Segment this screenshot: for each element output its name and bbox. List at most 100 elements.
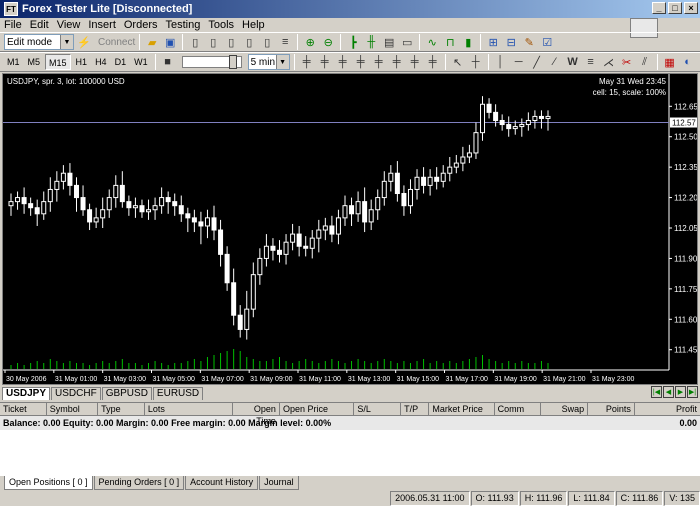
candle-body (224, 253, 230, 284)
elliott-wave-icon[interactable]: W (565, 54, 581, 70)
col-ticket[interactable]: Ticket (0, 403, 47, 415)
first-icon[interactable]: |◀ (651, 386, 662, 398)
fan-icon[interactable]: ⋌ (601, 54, 617, 70)
close-button[interactable]: × (684, 2, 698, 14)
new-chart-icon[interactable]: ▯ (187, 34, 203, 50)
candle-body (381, 180, 387, 199)
color-wheel-icon[interactable]: ◐ (680, 54, 696, 70)
fibonacci-icon[interactable]: ≡ (583, 54, 599, 70)
properties-icon[interactable]: ☑ (539, 34, 555, 50)
mode-select[interactable]: Edit mode ▼ (4, 34, 74, 50)
col-profit[interactable]: Profit (635, 403, 700, 415)
col-symbol[interactable]: Symbol (47, 403, 99, 415)
step-bar-2-icon[interactable]: ╪ (317, 54, 333, 70)
tab-eurusd[interactable]: EURUSD (152, 387, 204, 400)
speed-select[interactable]: 5 min ▼ (247, 54, 290, 70)
align-icon[interactable]: ≡ (277, 34, 293, 50)
open-folder-icon[interactable]: ▰ (144, 34, 160, 50)
menu-insert[interactable]: Insert (84, 18, 120, 32)
col-tp[interactable]: T/P (401, 403, 430, 415)
candlestick-icon[interactable]: ╫ (363, 34, 379, 50)
speed-slider[interactable] (181, 55, 242, 69)
cascade-window-icon[interactable]: ▭ (399, 34, 415, 50)
slider-thumb[interactable] (228, 55, 237, 69)
timeframe-m1[interactable]: M1 (4, 54, 23, 70)
menu-file[interactable]: File (0, 18, 26, 32)
tile-window-icon[interactable]: ▤ (381, 34, 397, 50)
toolbar-separator (419, 34, 421, 50)
col-type[interactable]: Type (98, 403, 145, 415)
chart-template-4-icon[interactable]: ▯ (259, 34, 275, 50)
col-lots[interactable]: Lots (145, 403, 234, 415)
step-bar-6-icon[interactable]: ╪ (389, 54, 405, 70)
col-comm[interactable]: Comm (495, 403, 542, 415)
step-bar-8-icon[interactable]: ╪ (425, 54, 441, 70)
tab-usdjpy[interactable]: USDJPY (2, 387, 51, 400)
crosshair-icon[interactable]: ┼ (468, 54, 484, 70)
brush-icon[interactable]: ✎ (521, 34, 537, 50)
col-market-price[interactable]: Market Price (429, 403, 495, 415)
chart-template-3-icon[interactable]: ▯ (241, 34, 257, 50)
window-title: Forex Tester Lite [Disconnected] (22, 3, 193, 15)
col-open-price[interactable]: Open Price (280, 403, 355, 415)
menu-view[interactable]: View (53, 18, 85, 32)
timeframe-m15[interactable]: M15 (45, 54, 71, 70)
timeframe-d1[interactable]: D1 (112, 54, 130, 70)
indicator-icon[interactable]: ⊟ (503, 34, 519, 50)
maximize-button[interactable]: □ (668, 2, 682, 14)
chart-template-icon[interactable]: ▯ (205, 34, 221, 50)
trend-line-icon[interactable]: ╱ (529, 54, 545, 70)
col-points[interactable]: Points (588, 403, 635, 415)
timeframe-m5[interactable]: M5 (25, 54, 44, 70)
palette-icon[interactable]: ▦ (662, 54, 678, 70)
timeframe-h1[interactable]: H1 (73, 54, 91, 70)
tab-open-positions[interactable]: Open Positions [ 0 ] (4, 476, 93, 490)
candle-body (460, 156, 466, 164)
last-icon[interactable]: ▶| (687, 386, 698, 398)
save-icon[interactable]: ▣ (162, 34, 178, 50)
menu-testing[interactable]: Testing (162, 18, 205, 32)
zoom-in-icon[interactable]: ⊕ (302, 34, 318, 50)
tab-journal[interactable]: Journal (259, 476, 299, 490)
channel-icon[interactable]: ⫽ (637, 54, 653, 70)
bar-chart-icon[interactable]: ┣ (345, 34, 361, 50)
menu-tools[interactable]: Tools (204, 18, 238, 32)
chart-template-2-icon[interactable]: ▯ (223, 34, 239, 50)
menu-orders[interactable]: Orders (120, 18, 162, 32)
timeframe-w1[interactable]: W1 (131, 54, 151, 70)
volume-icon[interactable]: ▮ (460, 34, 476, 50)
candle-body (322, 225, 328, 231)
vertical-line-icon[interactable]: │ (493, 54, 509, 70)
col-sl[interactable]: S/L (354, 403, 402, 415)
step-bar-4-icon[interactable]: ╪ (353, 54, 369, 70)
col-swap[interactable]: Swap (541, 403, 589, 415)
connect-button[interactable]: Connect (98, 37, 135, 48)
menu-edit[interactable]: Edit (26, 18, 53, 32)
stop-icon[interactable]: ■ (160, 54, 176, 70)
tab-usdchf[interactable]: USDCHF (51, 387, 101, 400)
next-icon[interactable]: ▶ (675, 386, 686, 398)
balance-row[interactable]: Balance: 0.00 Equity: 0.00 Margin: 0.00 … (0, 416, 700, 430)
price-chart[interactable]: 112.65 112.50 112.35 112.20 112.05 111.90 111.… (2, 73, 698, 385)
chart-canvas[interactable]: 112.65 112.50 112.35 112.20 112.05 111.90 111.… (3, 74, 698, 385)
prev-icon[interactable]: ◀ (663, 386, 674, 398)
tab-account-history[interactable]: Account History (185, 476, 259, 490)
scissors-icon[interactable]: ✂ (619, 54, 635, 70)
tab-pending-orders[interactable]: Pending Orders [ 0 ] (93, 476, 185, 490)
step-bar-3-icon[interactable]: ╪ (335, 54, 351, 70)
minimize-button[interactable]: _ (652, 2, 666, 14)
line-chart-icon[interactable]: ∿ (424, 34, 440, 50)
horizontal-line-icon[interactable]: ─ (511, 54, 527, 70)
add-chart-icon[interactable]: ⊞ (485, 34, 501, 50)
ray-icon[interactable]: ⁄ (547, 54, 563, 70)
step-icon[interactable]: ⊓ (442, 34, 458, 50)
tab-gbpusd[interactable]: GBPUSD (101, 387, 152, 400)
cursor-icon[interactable]: ↖ (450, 54, 466, 70)
step-bar-5-icon[interactable]: ╪ (371, 54, 387, 70)
step-bar-icon[interactable]: ╪ (299, 54, 315, 70)
timeframe-h4[interactable]: H4 (92, 54, 110, 70)
zoom-out-icon[interactable]: ⊖ (320, 34, 336, 50)
menu-help[interactable]: Help (238, 18, 269, 32)
step-bar-7-icon[interactable]: ╪ (407, 54, 423, 70)
col-open-time[interactable]: Open Time (233, 403, 280, 426)
